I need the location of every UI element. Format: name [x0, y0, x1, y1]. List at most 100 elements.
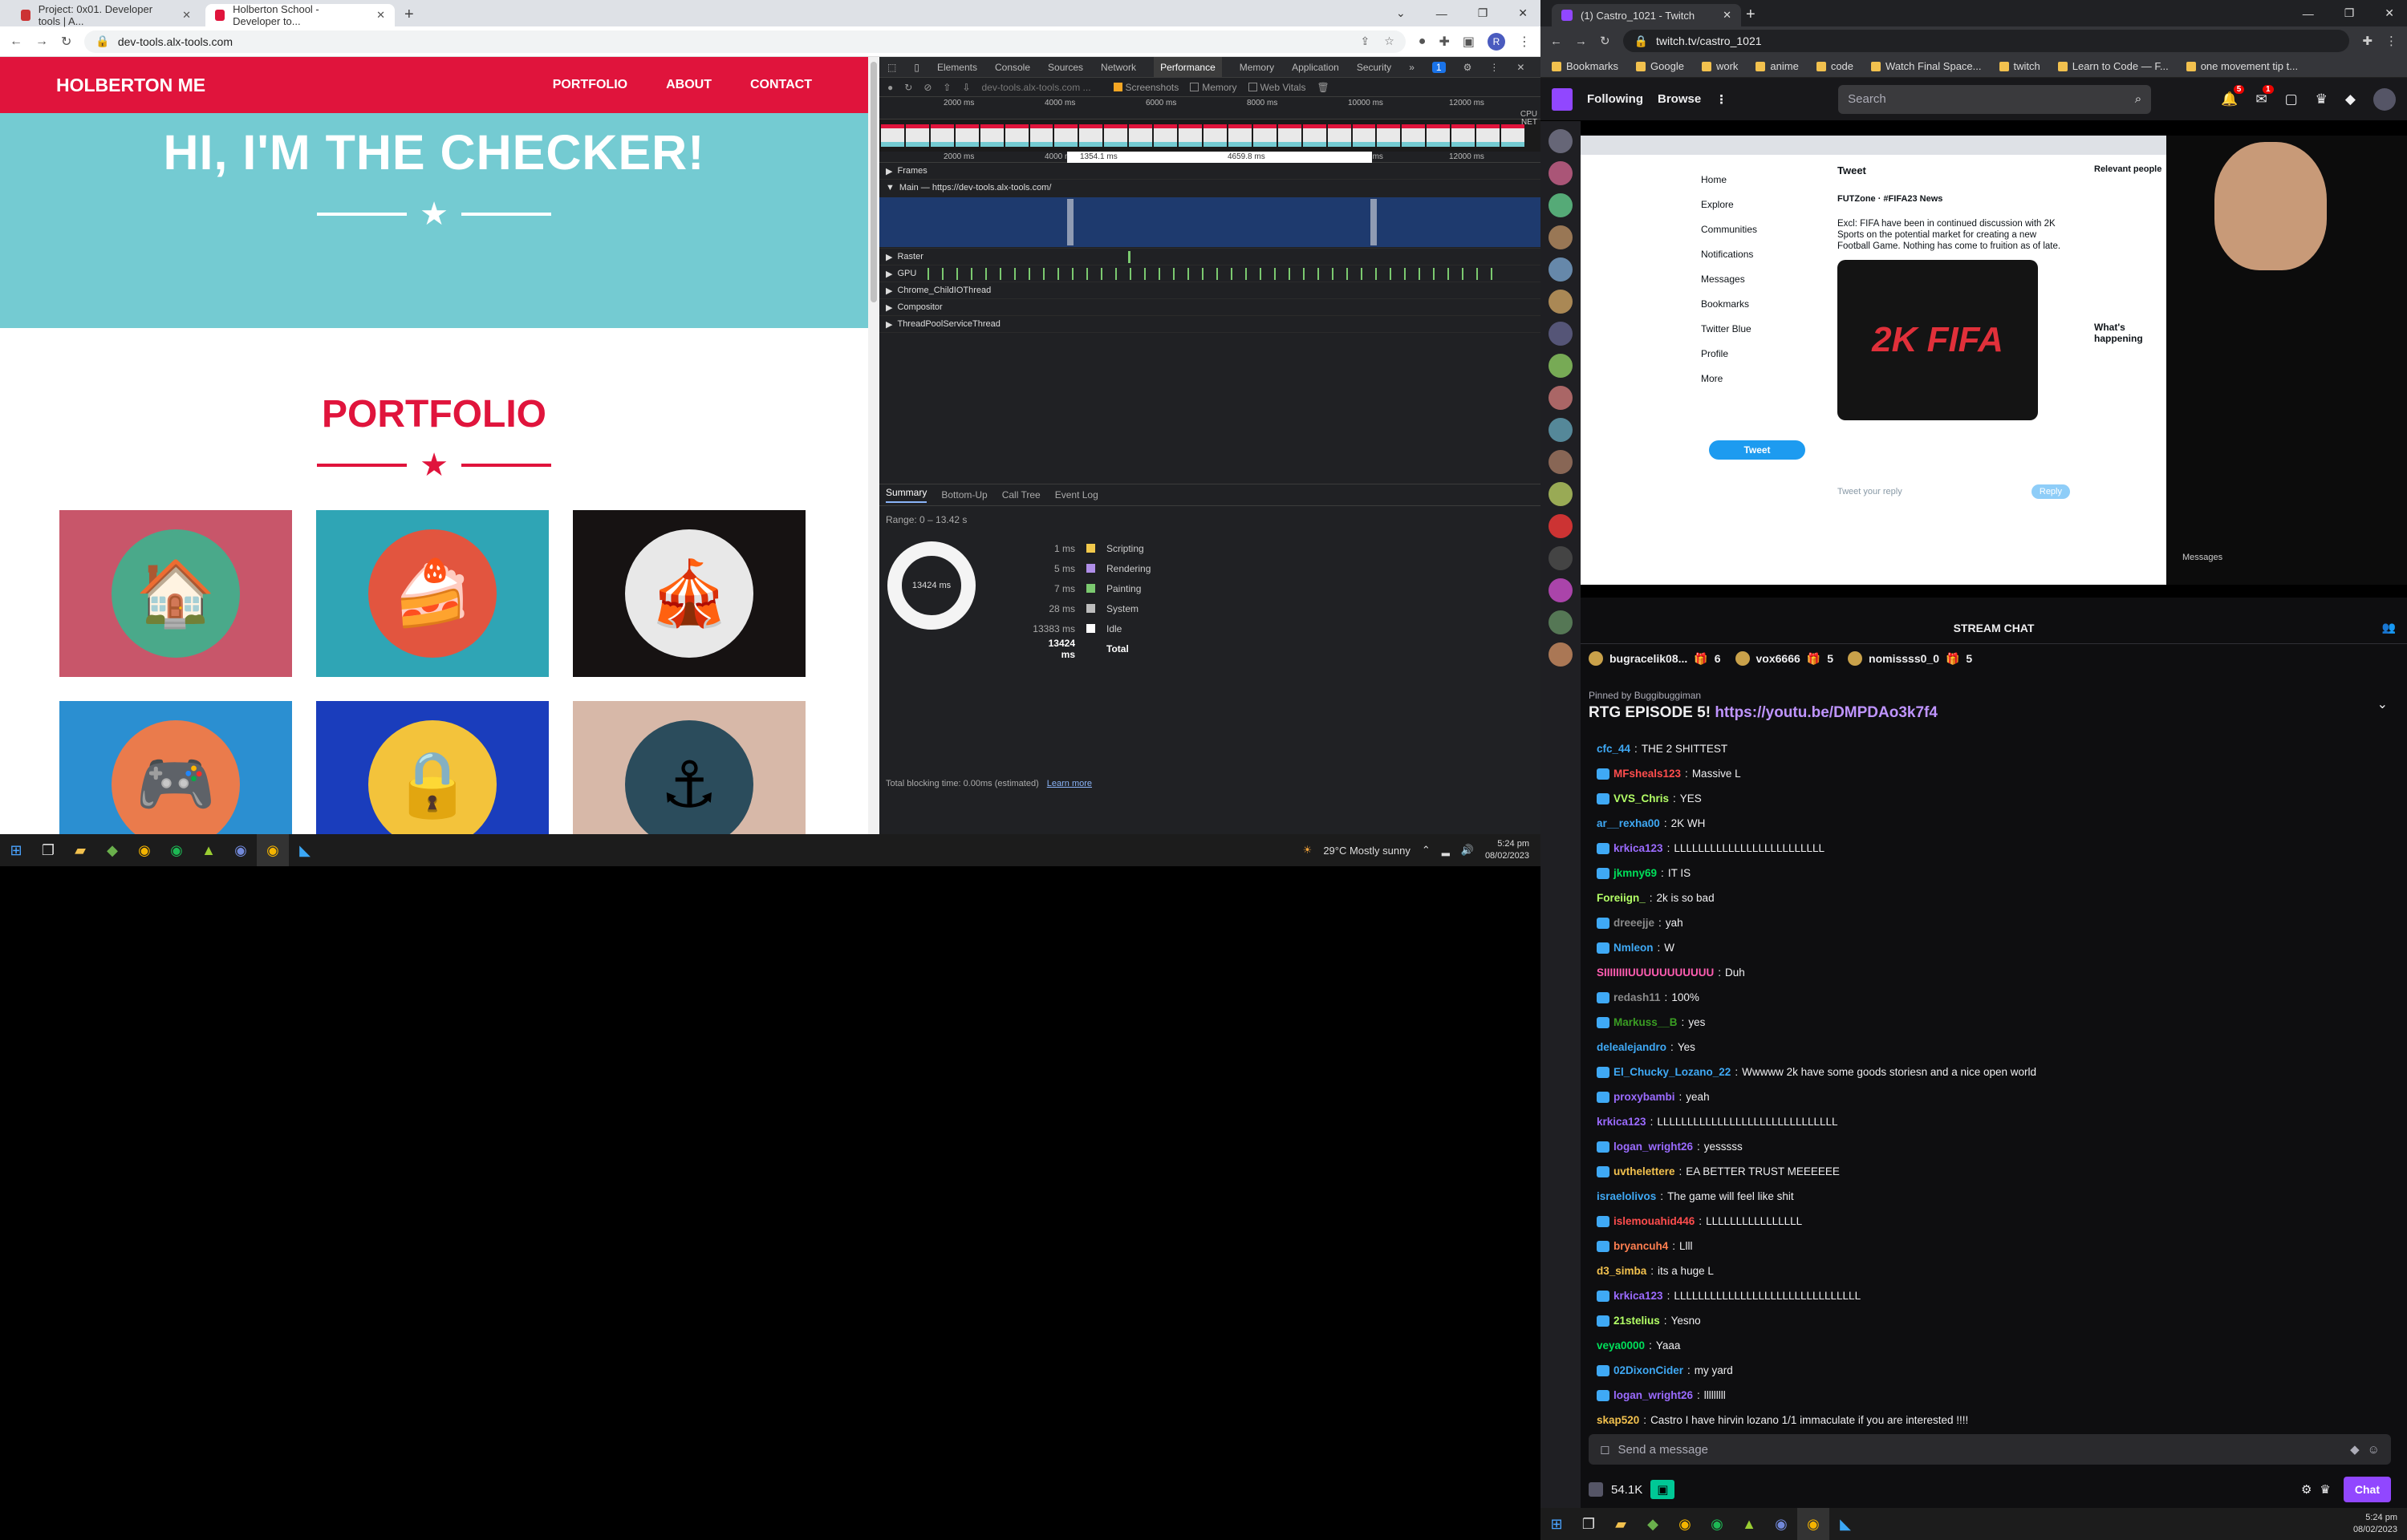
sidepanel-icon[interactable]: ▣ [1463, 34, 1475, 50]
issues-badge[interactable]: 1 [1431, 61, 1446, 73]
chat-username[interactable]: MFsheals123 [1613, 768, 1681, 780]
track-row[interactable]: ▼ Main — https://dev-tools.alx-tools.com/ [879, 180, 1540, 249]
download-icon[interactable]: ⇩ [962, 82, 970, 93]
chat-username[interactable]: jkmny69 [1613, 867, 1657, 879]
chat-message[interactable]: logan_wright26: yesssss [1597, 1134, 2391, 1159]
gifter-entry[interactable]: nomissss0_0 🎁 5 [1848, 651, 1972, 666]
minecraft-icon[interactable]: ◆ [1637, 1508, 1669, 1540]
spotify-icon[interactable]: ◉ [160, 834, 193, 866]
chat-username[interactable]: Foreiign_ [1597, 892, 1646, 904]
discord-icon[interactable]: ◉ [225, 834, 257, 866]
extensions-icon[interactable]: ✚ [1439, 34, 1449, 50]
expand-arrow-icon[interactable]: ▼ [886, 183, 895, 192]
expand-arrow-icon[interactable]: ▶ [886, 319, 892, 330]
devtools-tab-application[interactable]: Application [1292, 62, 1339, 73]
expand-arrow-icon[interactable]: ▶ [886, 269, 892, 279]
followed-channel-avatar[interactable] [1549, 450, 1573, 474]
inbox-icon[interactable]: ✉ 1 [2255, 84, 2274, 107]
close-window-button[interactable]: ✕ [2385, 6, 2394, 20]
learn-more-link[interactable]: Learn more [1047, 779, 1092, 788]
settings-icon[interactable]: ⚙ [1463, 62, 1472, 73]
maximize-button[interactable]: ❐ [2344, 6, 2355, 20]
chat-username[interactable]: El_Chucky_Lozano_22 [1613, 1066, 1731, 1078]
nav-browse[interactable]: Browse [1658, 92, 1701, 106]
profile-select[interactable]: dev-tools.alx-tools.com ... [982, 82, 1102, 93]
chat-username[interactable]: krkica123 [1613, 1290, 1663, 1302]
chat-message[interactable]: Foreiign_:2k is so bad [1597, 886, 2391, 910]
chat-username[interactable]: ar__rexha00 [1597, 817, 1660, 829]
chat-username[interactable]: veya0000 [1597, 1339, 1645, 1352]
bookmark-item[interactable]: anime [1756, 60, 1799, 72]
devtools-tab-elements[interactable]: Elements [937, 62, 977, 73]
extensions-icon[interactable]: ✚ [2362, 34, 2372, 48]
trash-icon[interactable]: 🗑 [1317, 82, 1329, 93]
chat-username[interactable]: redash11 [1613, 991, 1661, 1003]
bookmark-item[interactable]: Watch Final Space... [1871, 60, 1982, 72]
bits-icon[interactable]: ◆ [2345, 91, 2356, 107]
new-tab-button[interactable]: + [1746, 6, 1756, 24]
page-scrollbar[interactable] [868, 57, 879, 834]
back-icon[interactable]: ← [1550, 34, 1562, 48]
bluestacks-icon[interactable]: ▲ [193, 834, 225, 866]
chat-message[interactable]: krkica123: LLLLLLLLLLLLLLLLLLLLLLLLLLLLLL [1597, 1109, 2391, 1134]
close-window-button[interactable]: ✕ [1518, 6, 1528, 20]
chat-message[interactable]: ar__rexha00:2K WH [1597, 811, 2391, 836]
nav-about[interactable]: ABOUT [666, 78, 712, 92]
clear-icon[interactable]: ⊘ [923, 82, 932, 93]
chat-message[interactable]: veya0000: Yaaa [1597, 1333, 2391, 1358]
task-view-icon[interactable]: ❐ [1573, 1508, 1605, 1540]
chat-message[interactable]: Markuss__B: yes [1597, 1010, 2391, 1035]
close-devtools-icon[interactable]: ✕ [1516, 62, 1524, 73]
close-tab-icon[interactable]: ✕ [376, 9, 385, 22]
followed-channel-avatar[interactable] [1549, 322, 1573, 346]
chat-message[interactable]: Nmleon: W [1597, 935, 2391, 960]
chat-settings-icon[interactable]: ⚙ [2301, 1482, 2312, 1497]
chat-username[interactable]: SIIIIIIIIUUUUUUUUUUU [1597, 967, 1714, 979]
menu-icon[interactable]: ⋮ [1518, 34, 1531, 50]
followed-channel-avatar[interactable] [1549, 354, 1573, 378]
menu-icon[interactable]: ⋮ [2385, 34, 2397, 48]
minimize-button[interactable]: — [1436, 7, 1447, 20]
checkbox-screenshots[interactable]: Screenshots [1113, 82, 1179, 93]
nav-following[interactable]: Following [1587, 92, 1643, 106]
chat-username[interactable]: Markuss__B [1613, 1016, 1678, 1028]
tab-holberton[interactable]: Holberton School - Developer to... ✕ [205, 3, 395, 27]
channel-points-icon[interactable] [1589, 1482, 1603, 1497]
minecraft-icon[interactable]: ◆ [96, 834, 128, 866]
portfolio-card[interactable]: 🍰 [316, 510, 549, 677]
summary-tab-bottom-up[interactable]: Bottom-Up [941, 489, 987, 500]
chat-users-icon[interactable]: 👥 [2382, 621, 2396, 634]
devtools-tab-network[interactable]: Network [1101, 62, 1136, 73]
expand-arrow-icon[interactable]: ▶ [886, 302, 892, 313]
chat-username[interactable]: uvthelettere [1613, 1165, 1675, 1177]
emoji-icon[interactable]: ☺ [2368, 1443, 2380, 1457]
address-bar[interactable]: 🔒 dev-tools.alx-tools.com ⇪ ☆ [84, 30, 1406, 53]
forward-icon[interactable]: → [1575, 34, 1587, 48]
checkbox-memory[interactable]: Memory [1190, 82, 1237, 93]
kebab-icon[interactable]: ⋮ [1489, 62, 1499, 73]
vscode-icon[interactable]: ◣ [289, 834, 321, 866]
followed-channel-avatar[interactable] [1549, 482, 1573, 506]
chat-username[interactable]: krkica123 [1597, 1116, 1646, 1128]
devtools-tab-security[interactable]: Security [1357, 62, 1391, 73]
followed-channel-avatar[interactable] [1549, 546, 1573, 570]
chevron-down-icon[interactable]: ⌄ [2377, 696, 2388, 712]
portfolio-card[interactable]: 🎪 [573, 510, 806, 677]
emote-menu-icon[interactable]: ◻ [1600, 1442, 1609, 1457]
chat-message[interactable]: 21stelius: Yesno [1597, 1308, 2391, 1333]
record-icon[interactable]: ● [887, 82, 893, 93]
minimize-button[interactable]: — [2303, 7, 2314, 20]
bluestacks-icon[interactable]: ▲ [1733, 1508, 1765, 1540]
share-icon[interactable]: ⇪ [1361, 34, 1370, 48]
bits-icon[interactable]: ◆ [2350, 1442, 2360, 1457]
followed-channel-avatar[interactable] [1549, 290, 1573, 314]
tab-search-icon[interactable]: ⌄ [1396, 6, 1406, 20]
chat-message[interactable]: d3_simba: its a huge L [1597, 1258, 2391, 1283]
bookmark-item[interactable]: code [1816, 60, 1853, 72]
tray-chevron-icon[interactable]: ⌃ [1422, 844, 1431, 857]
windows-start-icon[interactable]: ⊞ [0, 834, 32, 866]
claim-bonus-icon[interactable]: ▣ [1650, 1480, 1675, 1499]
chat-username[interactable]: islemouahid446 [1613, 1215, 1695, 1227]
portfolio-card[interactable]: 🏠 [59, 510, 292, 677]
nav-portfolio[interactable]: PORTFOLIO [553, 78, 627, 92]
